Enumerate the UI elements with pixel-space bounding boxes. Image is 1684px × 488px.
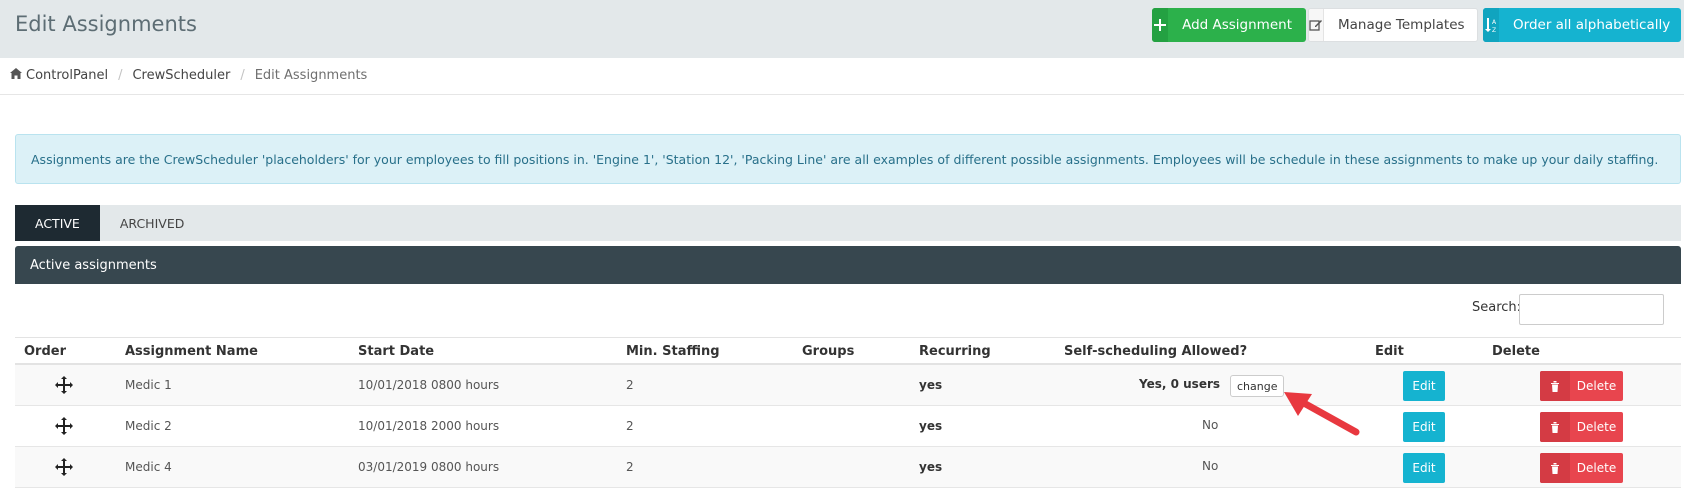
recurring-value: yes — [919, 460, 943, 474]
breadcrumb-separator: / — [118, 68, 123, 83]
assignments-table: Order Assignment Name Start Date Min. St… — [15, 337, 1681, 488]
panel-title: Active assignments — [30, 257, 157, 273]
tab-bar: ACTIVE ARCHIVED — [15, 205, 1681, 241]
start-date: 03/01/2019 0800 hours — [358, 460, 500, 474]
manage-templates-button[interactable]: Manage Templates — [1308, 8, 1478, 42]
move-icon[interactable] — [55, 458, 73, 476]
breadcrumb-current: Edit Assignments — [254, 68, 368, 83]
column-header-edit: Edit — [1375, 344, 1404, 359]
table-row: Medic 2 10/01/2018 2000 hours 2 yes No E… — [15, 406, 1681, 447]
delete-label: Delete — [1576, 379, 1617, 393]
min-staffing: 2 — [626, 460, 634, 474]
table-header: Order Assignment Name Start Date Min. St… — [15, 337, 1681, 365]
self-scheduling-value: No — [1202, 459, 1219, 473]
column-header-recurring[interactable]: Recurring — [919, 344, 991, 359]
move-icon[interactable] — [55, 417, 73, 435]
min-staffing: 2 — [626, 378, 634, 392]
start-date: 10/01/2018 2000 hours — [358, 419, 500, 433]
info-text: Assignments are the CrewScheduler 'place… — [31, 151, 1659, 167]
add-assignment-label: Add Assignment — [1182, 17, 1292, 33]
svg-text:A: A — [1492, 19, 1497, 26]
breadcrumb-crewscheduler[interactable]: CrewScheduler — [132, 68, 230, 83]
column-header-self-scheduling[interactable]: Self-scheduling Allowed? — [1064, 344, 1247, 359]
annotation-arrow — [1284, 392, 1360, 436]
column-header-delete: Delete — [1492, 344, 1540, 359]
tab-archived[interactable]: ARCHIVED — [100, 205, 205, 241]
trash-icon — [1540, 371, 1570, 401]
column-header-order[interactable]: Order — [24, 344, 66, 359]
column-header-groups[interactable]: Groups — [802, 344, 854, 359]
breadcrumb-controlpanel[interactable]: ControlPanel — [26, 68, 108, 83]
panel-header: Active assignments — [15, 246, 1681, 284]
delete-button[interactable]: Delete — [1540, 453, 1623, 483]
tab-active[interactable]: ACTIVE — [15, 205, 100, 241]
divider — [0, 94, 1684, 95]
start-date: 10/01/2018 0800 hours — [358, 378, 500, 392]
page-title: Edit Assignments — [15, 12, 197, 36]
recurring-value: yes — [919, 378, 943, 392]
trash-icon — [1540, 412, 1570, 442]
edit-button[interactable]: Edit — [1403, 412, 1445, 442]
move-icon[interactable] — [55, 376, 73, 394]
recurring-value: yes — [919, 419, 943, 433]
breadcrumb-separator: / — [240, 68, 245, 83]
breadcrumb: ControlPanel / CrewScheduler / Edit Assi… — [10, 68, 367, 83]
plus-icon — [1152, 8, 1169, 42]
column-header-start[interactable]: Start Date — [358, 344, 434, 359]
add-assignment-button[interactable]: Add Assignment — [1152, 8, 1306, 42]
order-alphabetically-label: Order all alphabetically — [1513, 17, 1671, 33]
table-row: Medic 1 10/01/2018 0800 hours 2 yes Yes,… — [15, 365, 1681, 406]
min-staffing: 2 — [626, 419, 634, 433]
delete-button[interactable]: Delete — [1540, 371, 1623, 401]
sort-alpha-icon: AZ — [1483, 8, 1499, 42]
edit-button[interactable]: Edit — [1403, 453, 1445, 483]
trash-icon — [1540, 453, 1570, 483]
assignment-name: Medic 2 — [125, 419, 172, 433]
edit-icon — [1309, 9, 1324, 41]
edit-button[interactable]: Edit — [1403, 371, 1445, 401]
self-scheduling-value: No — [1202, 418, 1219, 432]
change-button[interactable]: change — [1230, 375, 1285, 397]
self-scheduling-value: Yes, 0 users — [1139, 377, 1221, 391]
delete-button[interactable]: Delete — [1540, 412, 1623, 442]
info-alert: Assignments are the CrewScheduler 'place… — [15, 134, 1681, 184]
search-input[interactable] — [1519, 294, 1664, 325]
home-icon — [10, 68, 22, 83]
search-label: Search: — [1472, 300, 1522, 315]
svg-text:Z: Z — [1492, 27, 1496, 33]
delete-label: Delete — [1576, 420, 1617, 434]
page-header: Edit Assignments Add Assignment Manage T… — [0, 0, 1684, 58]
column-header-name[interactable]: Assignment Name — [125, 344, 258, 359]
table-row: Medic 4 03/01/2019 0800 hours 2 yes No E… — [15, 447, 1681, 488]
assignment-name: Medic 4 — [125, 460, 172, 474]
manage-templates-label: Manage Templates — [1338, 17, 1465, 33]
assignment-name: Medic 1 — [125, 378, 172, 392]
delete-label: Delete — [1576, 461, 1617, 475]
order-alphabetically-button[interactable]: AZ Order all alphabetically — [1483, 8, 1681, 42]
column-header-min-staffing[interactable]: Min. Staffing — [626, 344, 720, 359]
